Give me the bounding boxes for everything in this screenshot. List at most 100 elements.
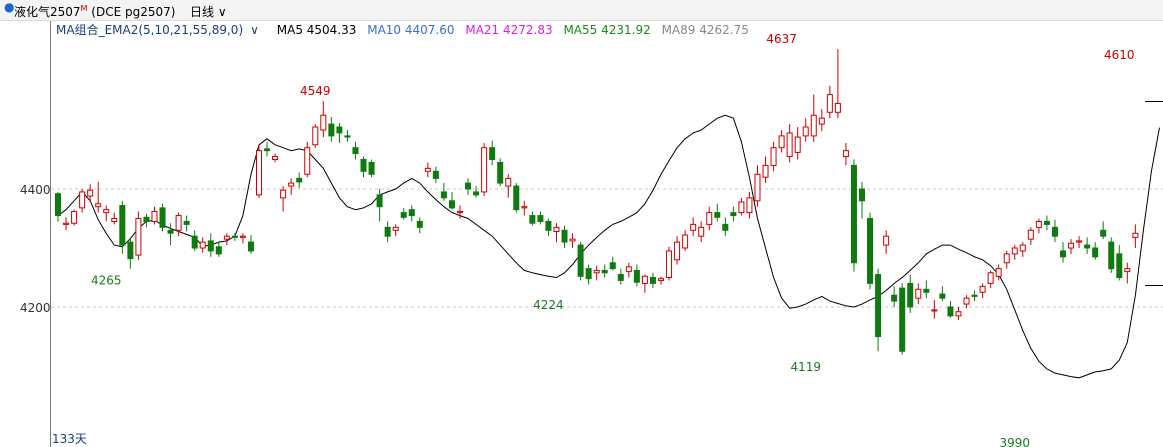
candle xyxy=(553,223,560,243)
candle-body xyxy=(979,285,986,293)
candle xyxy=(1051,219,1058,243)
candle xyxy=(489,140,496,166)
candle xyxy=(834,49,841,119)
candle xyxy=(674,236,681,265)
candle xyxy=(505,174,512,198)
candle-body xyxy=(569,238,576,242)
candle-body xyxy=(296,177,303,183)
candle-body xyxy=(320,114,327,131)
low-price-label: 4265 xyxy=(91,274,122,288)
candle-body xyxy=(682,234,689,249)
candle-body xyxy=(923,288,930,293)
candle xyxy=(513,183,520,213)
candle xyxy=(666,246,673,281)
candle xyxy=(1019,242,1026,257)
candle-body xyxy=(1019,244,1026,252)
candle-body xyxy=(183,220,190,225)
candle-body xyxy=(947,306,954,317)
candle-body xyxy=(1092,247,1099,258)
candle xyxy=(786,124,793,163)
candlestick-chart[interactable]: 4265 4549 4224 4637 4119 3990 4610 xyxy=(0,0,1163,447)
candle xyxy=(416,217,423,234)
candle xyxy=(1011,245,1018,260)
candle xyxy=(915,283,922,305)
candle-body xyxy=(842,150,849,158)
candle-body xyxy=(1116,253,1123,278)
candle xyxy=(55,191,61,222)
candle xyxy=(448,191,455,210)
candle xyxy=(810,94,817,142)
candle-body xyxy=(247,241,254,252)
candle xyxy=(71,209,78,226)
candle xyxy=(481,142,488,197)
candle-body xyxy=(1027,229,1034,240)
candle-body xyxy=(641,275,648,284)
candle-body xyxy=(545,220,552,231)
candle xyxy=(625,262,632,278)
candle-body xyxy=(473,191,480,196)
candle-body xyxy=(746,197,753,214)
candle xyxy=(231,233,238,241)
candle xyxy=(963,295,970,309)
candle-body xyxy=(256,150,262,196)
candle-body xyxy=(730,212,737,217)
candle-body xyxy=(408,209,415,217)
candle xyxy=(698,221,705,243)
candle-body xyxy=(1100,229,1107,237)
candle xyxy=(706,206,713,231)
low-price-label: 3990 xyxy=(999,436,1030,447)
candle xyxy=(649,272,656,289)
candle xyxy=(537,211,544,225)
candle xyxy=(979,283,986,299)
candle xyxy=(280,186,287,212)
candle xyxy=(561,225,568,248)
candle-body xyxy=(264,148,271,152)
candle xyxy=(95,181,102,213)
candle xyxy=(247,235,254,254)
candle-body xyxy=(215,246,222,255)
candle xyxy=(1076,236,1083,248)
candle-body xyxy=(915,288,922,299)
candle xyxy=(473,186,480,198)
candle xyxy=(1132,224,1139,248)
candle-body xyxy=(867,218,874,284)
candle xyxy=(400,207,407,220)
candle xyxy=(272,153,279,163)
candle xyxy=(352,141,359,160)
candle xyxy=(794,127,801,160)
candle xyxy=(826,85,833,119)
candle-body xyxy=(384,226,391,237)
candle-body xyxy=(899,287,906,352)
candle xyxy=(867,212,874,290)
candle-body xyxy=(63,222,70,225)
candle xyxy=(207,233,214,257)
candle xyxy=(569,233,576,248)
candle-body xyxy=(360,159,367,172)
candle xyxy=(617,268,624,285)
low-price-label: 4119 xyxy=(790,360,821,374)
candle xyxy=(609,256,616,271)
candle-body xyxy=(786,132,793,158)
candle-body xyxy=(440,191,447,199)
candle xyxy=(465,178,472,195)
candle-body xyxy=(207,240,214,252)
candle-body xyxy=(537,215,544,222)
candle xyxy=(336,122,343,143)
candle xyxy=(730,206,737,222)
candle-body xyxy=(143,216,150,222)
candle xyxy=(1100,221,1107,240)
candle xyxy=(529,211,536,226)
candle-body xyxy=(939,293,946,299)
candle-body xyxy=(1011,247,1018,255)
candle xyxy=(899,283,906,355)
candle-body xyxy=(1108,241,1115,270)
candle xyxy=(593,265,600,281)
candle-body xyxy=(1043,220,1050,225)
candle-body xyxy=(810,114,817,137)
candle-body xyxy=(103,209,110,214)
candle xyxy=(778,130,785,153)
candle xyxy=(296,172,303,188)
candle xyxy=(1124,262,1131,284)
candle xyxy=(1068,239,1075,254)
candle-body xyxy=(135,218,142,256)
